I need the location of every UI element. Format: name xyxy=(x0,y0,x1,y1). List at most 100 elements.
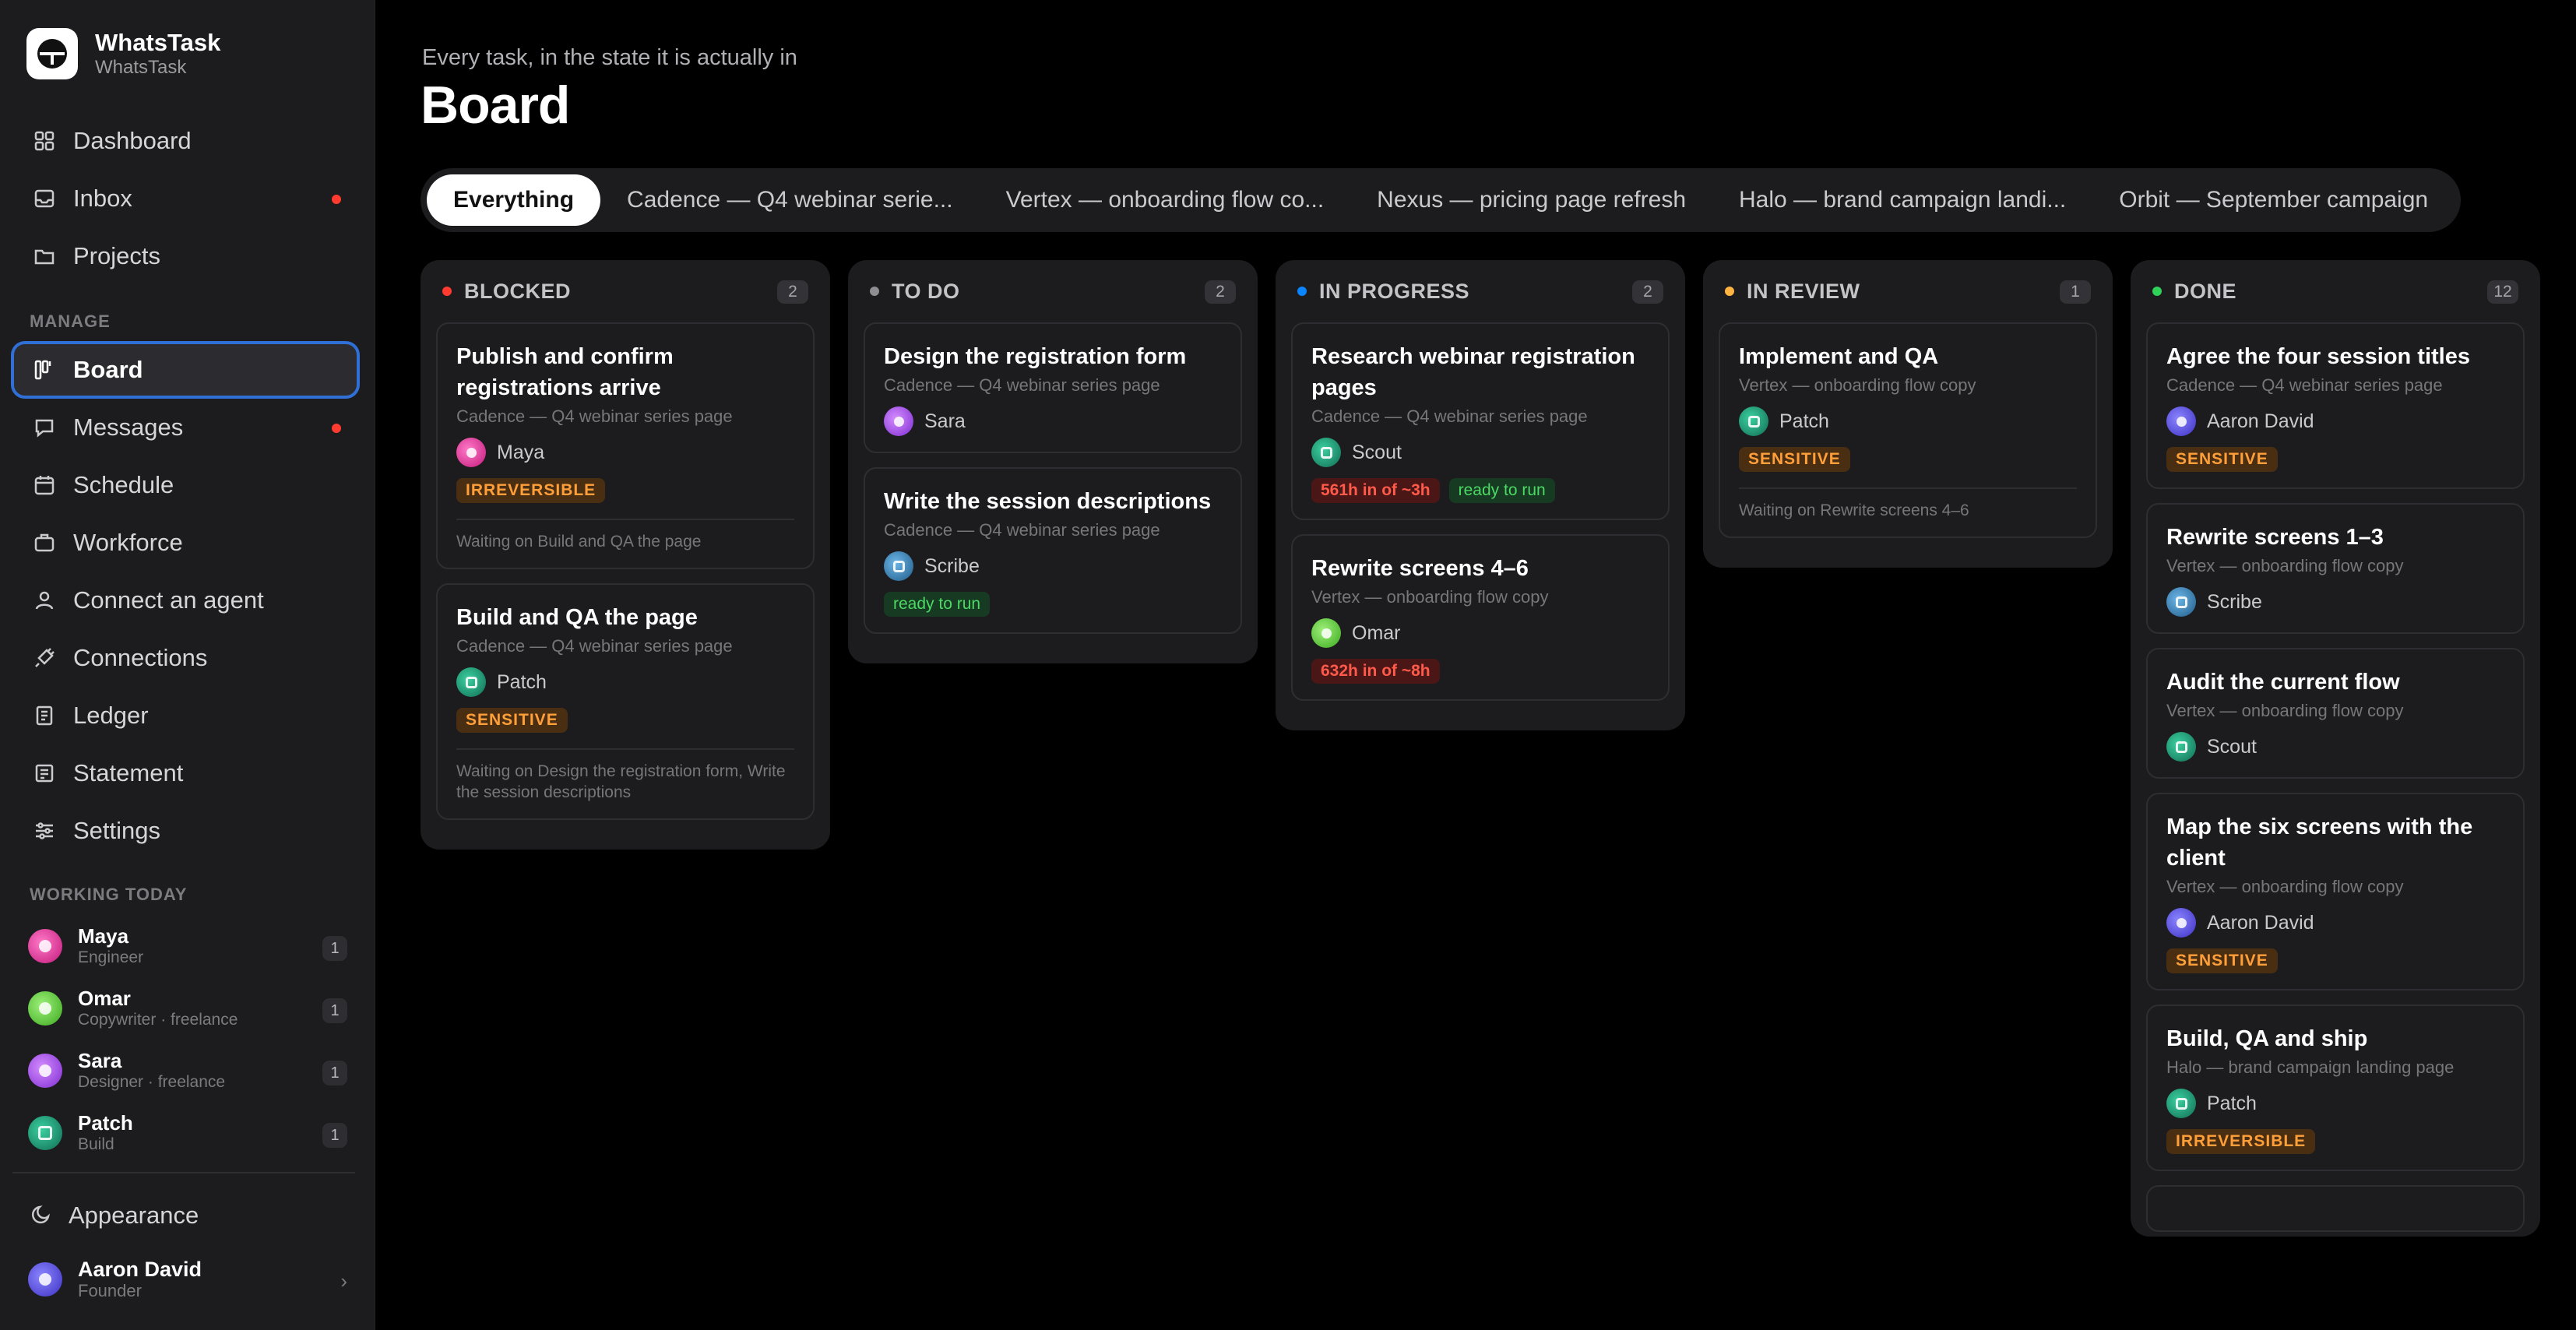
nav-inbox[interactable]: Inbox xyxy=(11,170,360,227)
unread-dot xyxy=(332,195,341,204)
waiting-note: Waiting on Rewrite screens 4–6 xyxy=(1739,487,2077,521)
sliders-icon xyxy=(31,818,58,844)
risk-badge: IRREVERSIBLE xyxy=(456,478,606,503)
nav-connect-agent[interactable]: Connect an agent xyxy=(11,572,360,629)
status-dot xyxy=(870,287,879,296)
task-card[interactable]: Write the session descriptions Cadence —… xyxy=(864,467,1242,634)
column-title: IN PROGRESS xyxy=(1319,279,1470,303)
task-project: Cadence — Q4 webinar series page xyxy=(884,520,1160,540)
tab-cadence[interactable]: Cadence — Q4 webinar serie... xyxy=(600,174,980,226)
task-project: Vertex — onboarding flow copy xyxy=(2166,877,2404,896)
column-title: IN REVIEW xyxy=(1747,279,1860,303)
tab-halo[interactable]: Halo — brand campaign landi... xyxy=(1712,174,2092,226)
task-title: Rewrite screens 4–6 xyxy=(1311,556,1529,581)
tab-vertex[interactable]: Vertex — onboarding flow co... xyxy=(980,174,1351,226)
task-card[interactable]: Publish and confirm registrations arrive… xyxy=(436,322,815,569)
nav-label: Connections xyxy=(73,644,208,671)
avatar xyxy=(2166,732,2196,762)
nav-projects[interactable]: Projects xyxy=(11,227,360,285)
nav-workforce[interactable]: Workforce xyxy=(11,514,360,572)
risk-badge: SENSITIVE xyxy=(2166,948,2278,973)
avatar xyxy=(28,1116,62,1150)
brand[interactable]: WhatsTask WhatsTask xyxy=(26,28,220,79)
assignee-name: Scout xyxy=(1352,441,1402,463)
nav-ledger[interactable]: Ledger xyxy=(11,687,360,744)
task-card[interactable]: Rewrite screens 1–3 Vertex — onboarding … xyxy=(2146,503,2525,634)
nav-connections[interactable]: Connections xyxy=(11,629,360,687)
column-in-progress: IN PROGRESS 2 Research webinar registrat… xyxy=(1276,260,1685,730)
task-project: Cadence — Q4 webinar series page xyxy=(1311,406,1588,426)
task-card[interactable]: Build and QA the page Cadence — Q4 webin… xyxy=(436,583,815,820)
tab-everything[interactable]: Everything xyxy=(427,174,601,226)
nav-label: Schedule xyxy=(73,471,174,498)
nav-label: Projects xyxy=(73,242,160,269)
inbox-icon xyxy=(31,185,58,212)
main-content: Every task, in the state it is actually … xyxy=(375,0,2576,1330)
assignee-name: Sara xyxy=(924,410,966,432)
worker-name: Omar xyxy=(78,987,131,1010)
avatar xyxy=(2166,587,2196,617)
task-card[interactable]: Audit the current flow Vertex — onboardi… xyxy=(2146,648,2525,779)
avatar xyxy=(1739,406,1768,436)
task-project: Vertex — onboarding flow copy xyxy=(2166,556,2404,575)
ready-badge: ready to run xyxy=(884,592,991,617)
status-dot xyxy=(1297,287,1307,296)
avatar xyxy=(1311,438,1341,467)
user-role: Founder xyxy=(78,1281,142,1300)
worker-patch[interactable]: Patch Build 1 xyxy=(28,1106,347,1160)
column-in-review: IN REVIEW 1 Implement and QA Vertex — on… xyxy=(1703,260,2113,568)
ledger-icon xyxy=(31,702,58,729)
plug-icon xyxy=(31,645,58,671)
nav-schedule[interactable]: Schedule xyxy=(11,456,360,514)
assignee-name: Patch xyxy=(1779,410,1829,432)
column-title: BLOCKED xyxy=(464,279,571,303)
column-todo: TO DO 2 Design the registration form Cad… xyxy=(848,260,1258,663)
task-card[interactable]: Build, QA and ship Halo — brand campaign… xyxy=(2146,1005,2525,1171)
overtime-badge: 632h in of ~8h xyxy=(1311,659,1440,684)
user-menu[interactable]: Aaron David Founder › xyxy=(28,1252,347,1307)
worker-role: Build xyxy=(78,1135,114,1153)
nav-settings[interactable]: Settings xyxy=(11,802,360,860)
column-blocked: BLOCKED 2 Publish and confirm registrati… xyxy=(421,260,830,850)
task-card[interactable]: Agree the four session titles Cadence — … xyxy=(2146,322,2525,489)
status-dot xyxy=(1725,287,1734,296)
worker-omar[interactable]: Omar Copywriter · freelance 1 xyxy=(28,981,347,1036)
column-done: DONE 12 Agree the four session titles Ca… xyxy=(2131,260,2540,1237)
column-count: 1 xyxy=(2060,280,2091,304)
tab-orbit[interactable]: Orbit — September campaign xyxy=(2092,174,2455,226)
task-card[interactable]: Rewrite screens 4–6 Vertex — onboarding … xyxy=(1291,534,1670,701)
task-card[interactable]: Map the six screens with the client Vert… xyxy=(2146,793,2525,990)
project-filter-tabs: Everything Cadence — Q4 webinar serie...… xyxy=(421,168,2462,232)
column-count: 12 xyxy=(2487,280,2518,304)
avatar xyxy=(28,1262,62,1297)
assignee-name: Scout xyxy=(2207,735,2257,758)
task-project: Cadence — Q4 webinar series page xyxy=(884,375,1160,395)
task-title: Build, QA and ship xyxy=(2166,1026,2368,1051)
appearance-toggle[interactable]: Appearance xyxy=(11,1190,360,1241)
user-name: Aaron David xyxy=(78,1258,202,1281)
risk-badge: SENSITIVE xyxy=(2166,447,2278,472)
task-card-partial[interactable] xyxy=(2146,1185,2525,1232)
nav-board[interactable]: Board xyxy=(11,341,360,399)
avatar xyxy=(2166,1089,2196,1118)
task-project: Halo — brand campaign landing page xyxy=(2166,1057,2455,1077)
task-card[interactable]: Research webinar registration pages Cade… xyxy=(1291,322,1670,520)
task-title: Rewrite screens 1–3 xyxy=(2166,525,2384,550)
tab-nexus[interactable]: Nexus — pricing page refresh xyxy=(1350,174,1712,226)
nav-statement[interactable]: Statement xyxy=(11,744,360,802)
task-card[interactable]: Design the registration form Cadence — Q… xyxy=(864,322,1242,453)
task-title: Write the session descriptions xyxy=(884,489,1212,514)
nav-messages[interactable]: Messages xyxy=(11,399,360,456)
nav-dashboard[interactable]: Dashboard xyxy=(11,112,360,170)
assignee-name: Aaron David xyxy=(2207,410,2314,432)
manage-section-label: MANAGE xyxy=(30,311,111,331)
column-count: 2 xyxy=(1205,280,1236,304)
task-card[interactable]: Implement and QA Vertex — onboarding flo… xyxy=(1719,322,2097,538)
briefcase-icon xyxy=(31,530,58,556)
worker-sara[interactable]: Sara Designer · freelance 1 xyxy=(28,1043,347,1098)
task-count-badge: 1 xyxy=(322,1061,347,1085)
task-project: Cadence — Q4 webinar series page xyxy=(456,636,733,656)
unread-dot xyxy=(332,424,341,433)
assignee-name: Patch xyxy=(497,670,547,693)
worker-maya[interactable]: Maya Engineer 1 xyxy=(28,919,347,973)
